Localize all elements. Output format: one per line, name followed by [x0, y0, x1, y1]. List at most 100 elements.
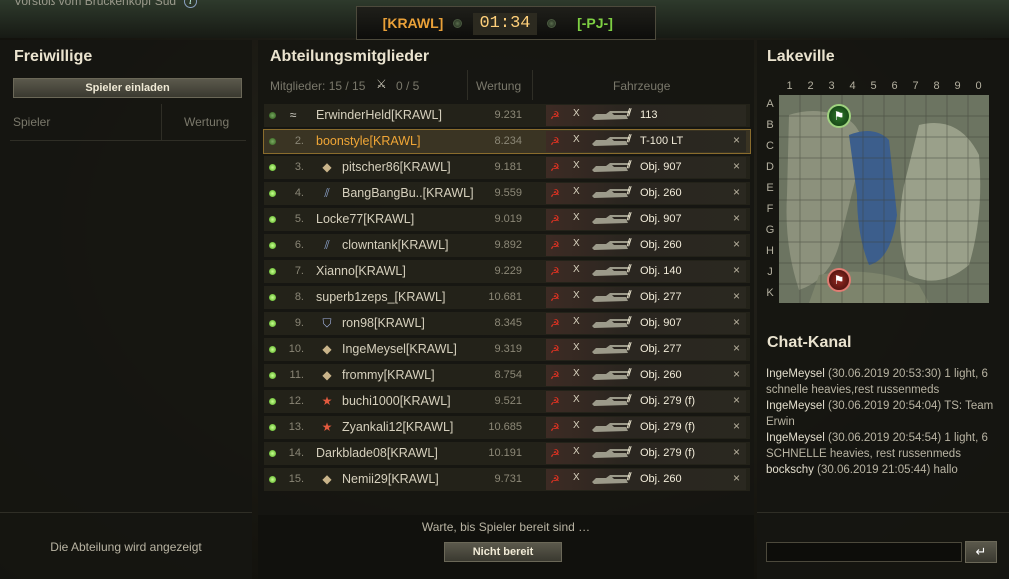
tier-x-label: X — [573, 342, 580, 353]
player-name[interactable]: pitscher86[KRAWL] — [342, 160, 451, 174]
map-row-label: B — [766, 119, 774, 131]
player-name[interactable]: Nemii29[KRAWL] — [342, 472, 439, 486]
ussr-flag-icon: ☭ — [550, 396, 560, 408]
kick-player-icon[interactable]: × — [733, 315, 740, 329]
ready-status-icon — [269, 372, 276, 379]
kick-player-icon[interactable]: × — [733, 289, 740, 303]
member-row[interactable]: 10. ◆ IngeMeysel[KRAWL] 9.319 ☭ X ⫽ Obj. 277 × — [264, 338, 750, 361]
kick-player-icon[interactable]: × — [733, 341, 740, 355]
player-rating: 8.234 — [494, 135, 522, 147]
vehicle-slot[interactable]: ☭ X ⫽ 113 — [546, 105, 746, 126]
player-name[interactable]: BangBangBu..[KRAWL] — [342, 186, 474, 200]
player-name[interactable]: clowntank[KRAWL] — [342, 238, 449, 252]
vehicle-slot[interactable]: ☭ X ⫽ Obj. 260 — [546, 235, 746, 256]
member-row[interactable]: 2. boonstyle[KRAWL] 8.234 ☭ X ⫽ T-100 LT × — [263, 129, 751, 154]
kick-player-icon[interactable]: × — [733, 159, 740, 173]
vehicle-name: Obj. 907 — [640, 213, 682, 225]
player-name[interactable]: frommy[KRAWL] — [342, 368, 435, 382]
vehicle-slot[interactable]: ☭ X ⫽ Obj. 907 — [546, 209, 746, 230]
player-name[interactable]: buchi1000[KRAWL] — [342, 394, 451, 408]
member-row[interactable]: 13. ★ Zyankali12[KRAWL] 10.685 ☭ X ⫽ Obj. 279 (… — [264, 416, 750, 439]
send-message-icon[interactable]: ↵ — [965, 541, 997, 563]
player-name[interactable]: Zyankali12[KRAWL] — [342, 420, 453, 434]
vehicle-slot[interactable]: ☭ X ⫽ Obj. 260 — [546, 365, 746, 386]
vehicle-slot[interactable]: ☭ X ⫽ Obj. 140 — [546, 261, 746, 282]
member-row[interactable]: 7. Xianno[KRAWL] 9.229 ☭ X ⫽ Obj. 140 × — [264, 260, 750, 283]
kick-player-icon[interactable]: × — [733, 263, 740, 277]
vehicle-slot[interactable]: ☭ X ⫽ T-100 LT — [546, 131, 746, 152]
player-name[interactable]: ron98[KRAWL] — [342, 316, 425, 330]
volunteers-col-player[interactable]: Spieler — [13, 115, 50, 129]
kick-player-icon[interactable]: × — [733, 393, 740, 407]
ready-status-icon — [269, 320, 276, 327]
player-name[interactable]: Locke77[KRAWL] — [316, 212, 414, 226]
member-row[interactable]: 5. Locke77[KRAWL] 9.019 ☭ X ⫽ Obj. 907 × — [264, 208, 750, 231]
rank-badge-icon: ◆ — [322, 368, 332, 382]
members-col-vehicles[interactable]: Fahrzeuge — [613, 79, 670, 93]
chat-sender[interactable]: bockschy — [766, 464, 814, 476]
ussr-flag-icon: ☭ — [550, 162, 560, 174]
chat-input[interactable] — [766, 542, 962, 562]
tier-x-label: X — [573, 212, 580, 223]
map-row-label: A — [766, 98, 774, 110]
kick-player-icon[interactable]: × — [733, 471, 740, 485]
kick-player-icon[interactable]: × — [733, 445, 740, 459]
member-row[interactable]: 8. superb1zeps_[KRAWL] 10.681 ☭ X ⫽ Obj. 277 × — [264, 286, 750, 309]
player-name[interactable]: IngeMeysel[KRAWL] — [342, 342, 457, 356]
ready-status-icon — [269, 216, 276, 223]
vehicle-slot[interactable]: ☭ X ⫽ Obj. 260 — [546, 469, 746, 490]
member-row[interactable]: 12. ★ buchi1000[KRAWL] 9.521 ☭ X ⫽ Obj. 279 (f)… — [264, 390, 750, 413]
player-name[interactable]: boonstyle[KRAWL] — [316, 134, 420, 148]
member-row[interactable]: 6. ⫽ clowntank[KRAWL] 9.892 ☭ X ⫽ Obj. 260 × — [264, 234, 750, 257]
ready-status-icon — [269, 450, 276, 457]
kick-player-icon[interactable]: × — [733, 237, 740, 251]
chat-sender[interactable]: IngeMeysel — [766, 400, 825, 412]
slot-number: 8. — [294, 291, 304, 303]
map-col-label: 0 — [975, 80, 982, 92]
player-name[interactable]: ErwinderHeld[KRAWL] — [316, 108, 442, 122]
ussr-flag-icon: ☭ — [550, 474, 560, 486]
kick-player-icon[interactable]: × — [733, 133, 740, 147]
member-row[interactable]: 15. ◆ Nemii29[KRAWL] 9.731 ☭ X ⫽ Obj. 260 × — [264, 468, 750, 491]
vehicle-slot[interactable]: ☭ X ⫽ Obj. 277 — [546, 339, 746, 360]
player-rating: 10.685 — [488, 421, 522, 433]
tank-silhouette-icon — [592, 189, 630, 198]
member-row[interactable]: 9. ⛉ ron98[KRAWL] 8.345 ☭ X ⫽ Obj. 907 × — [264, 312, 750, 335]
tier-x-label: X — [573, 134, 580, 145]
vehicle-slot[interactable]: ☭ X ⫽ Obj. 907 — [546, 313, 746, 334]
chat-sender[interactable]: IngeMeysel — [766, 432, 825, 444]
minimap[interactable]: ⚑ ⚑ — [779, 95, 989, 303]
vehicle-slot[interactable]: ☭ X ⫽ Obj. 277 — [546, 287, 746, 308]
not-ready-button[interactable]: Nicht bereit — [444, 542, 562, 562]
info-icon[interactable]: i — [184, 0, 197, 8]
map-row-label: E — [766, 182, 774, 194]
vehicle-slot[interactable]: ☭ X ⫽ Obj. 260 — [546, 183, 746, 204]
player-name[interactable]: superb1zeps_[KRAWL] — [316, 290, 445, 304]
map-col-label: 1 — [786, 80, 793, 92]
vehicle-slot[interactable]: ☭ X ⫽ Obj. 279 (f) — [546, 391, 746, 412]
player-name[interactable]: Darkblade08[KRAWL] — [316, 446, 438, 460]
member-row[interactable]: 4. ⫽ BangBangBu..[KRAWL] 9.559 ☭ X ⫽ Obj. 260 × — [264, 182, 750, 205]
kick-player-icon[interactable]: × — [733, 367, 740, 381]
member-row[interactable]: 3. ◆ pitscher86[KRAWL] 9.181 ☭ X ⫽ Obj. 907 × — [264, 156, 750, 179]
member-row[interactable]: 14. Darkblade08[KRAWL] 10.191 ☭ X ⫽ Obj. 279 (… — [264, 442, 750, 465]
team-left-indicator-icon — [453, 19, 462, 28]
tier-x-label: X — [573, 186, 580, 197]
volunteers-col-rating[interactable]: Wertung — [184, 115, 229, 129]
legionary-icon: ⚔ — [376, 77, 387, 91]
kick-player-icon[interactable]: × — [733, 185, 740, 199]
chat-sender[interactable]: IngeMeysel — [766, 368, 825, 380]
vehicle-slot[interactable]: ☭ X ⫽ Obj. 279 (f) — [546, 417, 746, 438]
kick-player-icon[interactable]: × — [733, 419, 740, 433]
member-row[interactable]: ≈ ErwinderHeld[KRAWL] 9.231 ☭ X ⫽ 113 — [264, 104, 750, 127]
vehicle-name: T-100 LT — [640, 135, 684, 147]
vehicle-slot[interactable]: ☭ X ⫽ Obj. 907 — [546, 157, 746, 178]
invite-players-button[interactable]: Spieler einladen — [13, 78, 242, 98]
kick-player-icon[interactable]: × — [733, 211, 740, 225]
member-row[interactable]: 11. ◆ frommy[KRAWL] 8.754 ☭ X ⫽ Obj. 260 × — [264, 364, 750, 387]
rank-badge-icon: ◆ — [322, 342, 332, 356]
player-name[interactable]: Xianno[KRAWL] — [316, 264, 406, 278]
members-col-rating[interactable]: Wertung — [476, 79, 521, 93]
map-col-label: 2 — [807, 80, 814, 92]
vehicle-slot[interactable]: ☭ X ⫽ Obj. 279 (f) — [546, 443, 746, 464]
